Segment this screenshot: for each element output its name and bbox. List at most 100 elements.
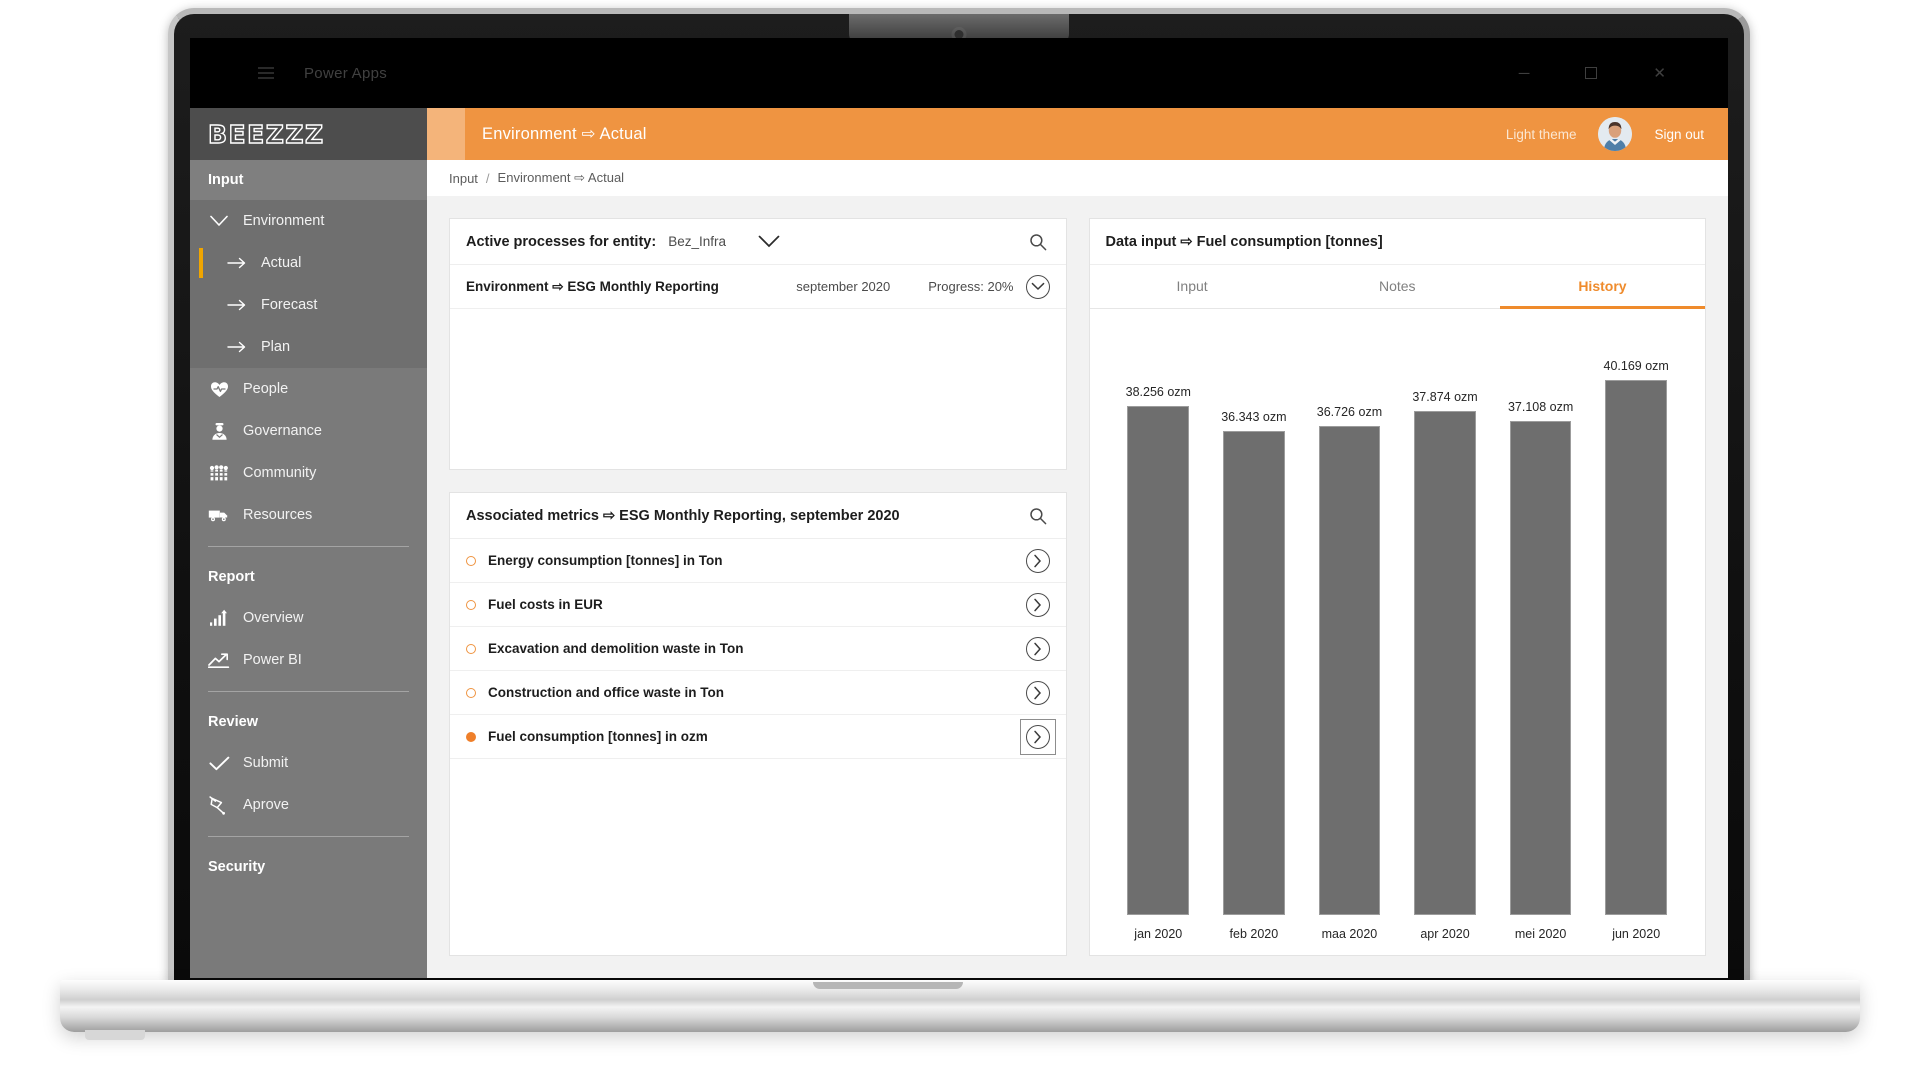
sign-out-button[interactable]: Sign out <box>1654 127 1704 142</box>
search-icon[interactable] <box>1026 230 1050 254</box>
process-period: september 2020 <box>796 279 891 294</box>
metric-row[interactable]: Excavation and demolition waste in Ton <box>450 627 1066 671</box>
window-controls: ─ ✕ <box>1519 66 1710 81</box>
chart-bar[interactable] <box>1318 425 1381 915</box>
sidebar-item-label: Forecast <box>261 297 318 313</box>
data-input-card: Data input ⇨ Fuel consumption [tonnes] I… <box>1088 218 1706 956</box>
left-column: Active processes for entity: Bez_Infra E… <box>449 218 1067 956</box>
sidebar-group-environment: Environment Actual Forecast Plan <box>190 200 427 368</box>
chart-x-tick-label: feb 2020 <box>1229 927 1279 941</box>
entity-dropdown-chevron-down-icon[interactable] <box>756 231 782 253</box>
sidebar-item-submit[interactable]: Submit <box>190 742 427 784</box>
sidebar-section-report: Report <box>208 569 255 585</box>
sidebar-item-power-bi[interactable]: Power BI <box>190 639 427 681</box>
chart-x-axis: jan 2020 feb 2020 maa 2020 apr 2020 mei 2020… <box>1108 915 1688 947</box>
process-progress: Progress: 20% <box>928 279 1014 294</box>
tab-history[interactable]: History <box>1499 265 1706 309</box>
metric-label: Fuel consumption [tonnes] in ozm <box>488 729 708 744</box>
sidebar-item-forecast[interactable]: Forecast <box>190 284 427 326</box>
sidebar-item-label: Overview <box>243 610 304 626</box>
metric-status-dot-icon <box>466 555 476 566</box>
chart-bar-value-label: 38.256 ozm <box>1125 384 1191 399</box>
metric-status-dot-icon <box>466 599 476 610</box>
metric-row[interactable]: Fuel costs in EUR <box>450 583 1066 627</box>
sidebar-section-security[interactable]: Security <box>190 847 427 887</box>
application-viewport: BEEZZZ Input Environment Actual Forecast… <box>190 108 1728 978</box>
close-icon[interactable]: ✕ <box>1653 66 1666 81</box>
associated-metrics-title: Associated metrics ⇨ ESG Monthly Reporti… <box>466 507 900 524</box>
hamburger-menu-icon[interactable] <box>258 67 274 79</box>
chart-bar[interactable] <box>1414 410 1476 915</box>
browser-window: Power Apps ─ ✕ BEEZZZ Input Environment … <box>190 38 1728 978</box>
metric-open-chevron-right-icon[interactable] <box>1025 592 1050 617</box>
sidebar-divider <box>208 836 409 837</box>
bar-chart-icon <box>208 608 230 628</box>
metric-label: Fuel costs in EUR <box>488 597 603 612</box>
process-row[interactable]: Environment ⇨ ESG Monthly Reporting sept… <box>450 265 1066 309</box>
chart-bar-value-label: 36.726 ozm <box>1316 404 1383 419</box>
light-theme-toggle[interactable]: Light theme <box>1506 127 1577 142</box>
chart-bar[interactable] <box>1509 420 1572 915</box>
tab-input[interactable]: Input <box>1090 265 1295 309</box>
sidebar-item-governance[interactable]: Governance <box>190 410 427 452</box>
minimize-icon[interactable]: ─ <box>1519 66 1530 81</box>
avatar[interactable] <box>1598 117 1633 151</box>
laptop-base <box>60 980 1860 1032</box>
sidebar-item-community[interactable]: Community <box>190 452 427 494</box>
chart-bar-column: 37.874 ozm <box>1402 329 1488 915</box>
sidebar: BEEZZZ Input Environment Actual Forecast… <box>190 108 427 978</box>
sidebar-item-aprove[interactable]: Aprove <box>190 784 427 826</box>
arrow-right-icon <box>226 295 248 315</box>
topbar-actions: Light theme Sign out <box>1506 117 1728 151</box>
chart-bar[interactable] <box>1127 405 1190 915</box>
chevron-down-icon <box>208 211 230 231</box>
search-icon[interactable] <box>1026 504 1050 528</box>
sidebar-item-label: Plan <box>261 339 291 355</box>
sidebar-item-environment[interactable]: Environment <box>190 200 427 242</box>
brand-text: BEEZZZ <box>207 119 325 149</box>
tab-notes[interactable]: Notes <box>1295 265 1500 309</box>
active-processes-body <box>450 309 1066 469</box>
chart-x-tick-label: jan 2020 <box>1134 927 1183 941</box>
sidebar-item-actual[interactable]: Actual <box>190 242 427 284</box>
process-expand-chevron-down-icon[interactable] <box>1025 274 1050 299</box>
breadcrumb-root[interactable]: Input <box>449 171 478 186</box>
sidebar-item-label: Submit <box>243 755 289 771</box>
metric-open-focus-ring <box>1019 718 1056 755</box>
right-column: Data input ⇨ Fuel consumption [tonnes] I… <box>1088 218 1706 956</box>
chart-bar-column: 38.256 ozm <box>1116 329 1202 915</box>
associated-metrics-card: Associated metrics ⇨ ESG Monthly Reporti… <box>449 492 1067 956</box>
maximize-icon[interactable] <box>1585 67 1598 79</box>
metric-row[interactable]: Construction and office waste in Ton <box>450 671 1066 715</box>
metric-open-chevron-right-icon[interactable] <box>1025 680 1050 705</box>
metric-row-selected[interactable]: Fuel consumption [tonnes] in ozm <box>450 715 1066 759</box>
chart-bar-value-label: 37.874 ozm <box>1412 389 1478 404</box>
chart-bar-value-label: 37.108 ozm <box>1507 399 1574 414</box>
sidebar-item-overview[interactable]: Overview <box>190 597 427 639</box>
metric-row[interactable]: Energy consumption [tonnes] in Ton <box>450 539 1066 583</box>
metric-label: Construction and office waste in Ton <box>488 685 725 700</box>
metric-open-chevron-right-icon[interactable] <box>1025 548 1050 573</box>
metric-status-dot-icon <box>466 643 476 654</box>
active-processes-title: Active processes for entity: <box>466 233 657 250</box>
line-chart-icon <box>208 650 230 670</box>
topbar-accent-block <box>427 108 465 160</box>
sidebar-item-label: Community <box>243 465 317 481</box>
metric-open-chevron-right-icon[interactable] <box>1025 636 1050 661</box>
chart-bar-column: 40.169 ozm <box>1593 329 1679 915</box>
sidebar-item-plan[interactable]: Plan <box>190 326 427 368</box>
sidebar-item-label: Aprove <box>243 797 289 813</box>
metric-open-chevron-right-icon[interactable] <box>1025 724 1050 749</box>
sidebar-section-input: Input <box>190 160 427 200</box>
chart-bar-value-label: 40.169 ozm <box>1603 359 1669 374</box>
associated-metrics-header: Associated metrics ⇨ ESG Monthly Reporti… <box>450 493 1066 539</box>
screenshot-stage: Power Apps ─ ✕ BEEZZZ Input Environment … <box>0 0 1919 1067</box>
chart-bar[interactable] <box>1605 380 1667 915</box>
sidebar-item-resources[interactable]: Resources <box>190 494 427 536</box>
chart-x-tick-label: apr 2020 <box>1420 927 1470 941</box>
chart-bar[interactable] <box>1223 430 1285 915</box>
governance-icon <box>208 421 230 441</box>
main-area: Environment ⇨ Actual Light theme Sign ou… <box>427 108 1728 978</box>
sidebar-item-people[interactable]: People <box>190 368 427 410</box>
sidebar-item-label: Resources <box>243 507 313 523</box>
